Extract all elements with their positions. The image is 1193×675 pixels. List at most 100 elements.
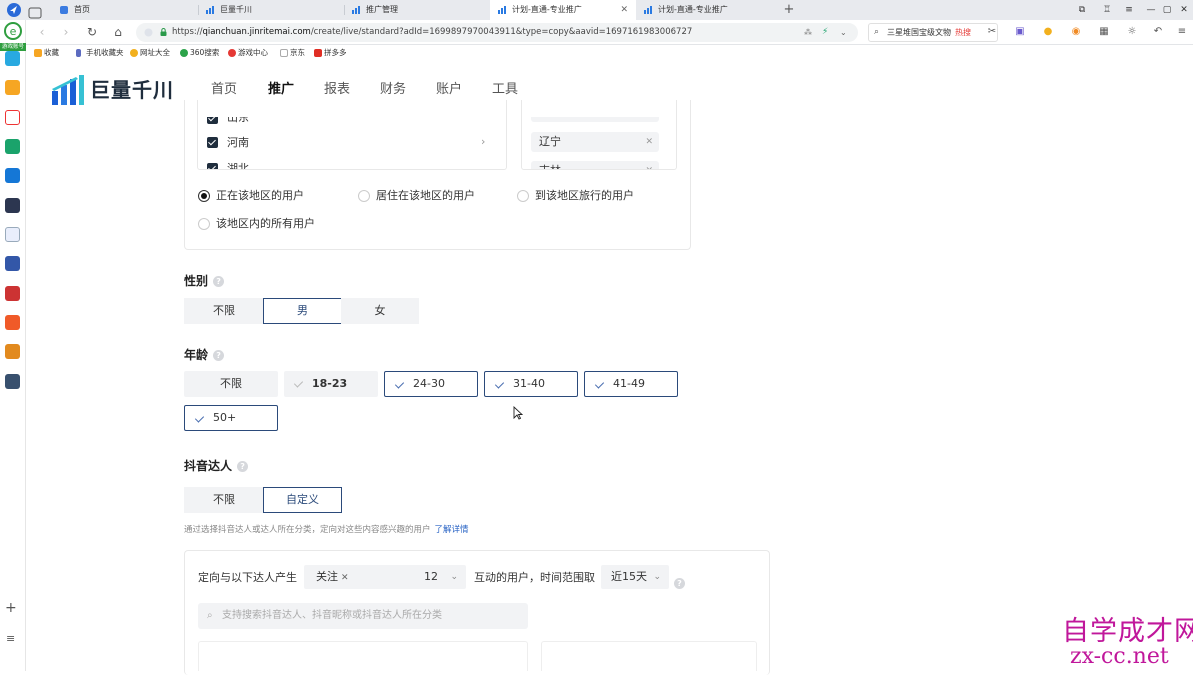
time-range-select[interactable]: 近15天 ⌄ (601, 565, 669, 589)
tab-promotion-management[interactable]: 推广管理 (344, 0, 490, 20)
game-account-icon[interactable]: e (4, 22, 22, 40)
sidebar-weibo-icon[interactable] (5, 110, 20, 125)
nav-reports[interactable]: 报表 (324, 81, 350, 99)
douyin-custom[interactable]: 自定义 (263, 487, 342, 513)
browser-logo-icon[interactable] (6, 2, 22, 18)
remove-icon[interactable]: ✕ (341, 573, 349, 583)
gender-female[interactable]: 女 (341, 298, 419, 324)
radio-current-in-region[interactable]: 正在该地区的用户 (198, 189, 304, 203)
menu-icon[interactable]: ≡ (1117, 0, 1141, 20)
brightness-icon[interactable]: ☼ (1122, 24, 1142, 40)
province-item[interactable]: 河南 › (198, 135, 498, 151)
shirt-skin-icon[interactable]: ♖ (1095, 0, 1119, 20)
new-tab-button[interactable]: + (780, 0, 798, 20)
sidebar-game2-icon[interactable] (5, 256, 20, 271)
selected-region-chip[interactable]: 山西 ✕ (531, 117, 659, 122)
sidebar-add-icon[interactable]: + (5, 600, 17, 616)
tab-home[interactable]: 首页 (52, 0, 198, 20)
forward-icon[interactable]: › (58, 24, 74, 40)
remove-icon[interactable]: ✕ (645, 161, 653, 169)
sidebar-app-icon[interactable] (5, 51, 20, 66)
gamepad-icon[interactable]: ◉ (1066, 24, 1086, 40)
nav-promotion[interactable]: 推广 (268, 81, 294, 99)
url-field[interactable]: https://qianchuan.jinritemai.com/create/… (136, 23, 858, 42)
bookmark-360search[interactable]: 360搜索 (180, 45, 219, 61)
sidebar-toggle-icon[interactable]: ⧉ (1070, 0, 1094, 20)
page-icon (144, 28, 153, 37)
directory-icon (130, 49, 138, 57)
age-31-40[interactable]: 31-40 (484, 371, 578, 397)
compat-mode-icon[interactable]: ⁂ (804, 23, 812, 42)
close-window-icon[interactable]: ✕ (1172, 0, 1193, 20)
interaction-type-select[interactable]: 关注 ✕ 12 ⌄ (304, 565, 466, 589)
gender-unlimited[interactable]: 不限 (184, 298, 264, 324)
age-unlimited[interactable]: 不限 (184, 371, 278, 397)
nav-finance[interactable]: 财务 (380, 81, 406, 99)
bookmark-directory[interactable]: 网址大全 (130, 45, 170, 61)
radio-all-in-region[interactable]: 该地区内的所有用户 (198, 217, 315, 231)
age-41-49[interactable]: 41-49 (584, 371, 678, 397)
sidebar-p-icon[interactable] (5, 168, 20, 183)
lock-icon[interactable] (160, 28, 167, 36)
bookmark-mobile[interactable]: 手机收藏夹 (76, 45, 124, 61)
radio-resident-in-region[interactable]: 居住在该地区的用户 (358, 189, 475, 203)
more-icon[interactable]: ≡ (1172, 24, 1192, 40)
sidebar-game3-icon[interactable] (5, 286, 20, 301)
learn-more-link[interactable]: 了解详情 (435, 525, 469, 535)
sidebar-game6-icon[interactable] (5, 374, 20, 389)
sidebar-star-icon[interactable] (5, 80, 20, 95)
tab-list-icon[interactable] (28, 4, 42, 19)
sidebar-game5-icon[interactable] (5, 344, 20, 359)
close-tab-icon[interactable]: ✕ (620, 0, 628, 20)
selected-region-chip[interactable]: 辽宁 ✕ (531, 132, 659, 152)
douyin-unlimited[interactable]: 不限 (184, 487, 264, 513)
tab-plan-active[interactable]: 计划-直通-专业推广 ✕ (490, 0, 636, 20)
help-icon[interactable]: ? (213, 350, 225, 361)
reload-icon[interactable]: ↻ (84, 24, 100, 40)
section-title-text: 抖音达人 (184, 459, 233, 473)
remove-icon[interactable]: ✕ (645, 132, 653, 152)
sidebar-mail-icon[interactable] (5, 139, 20, 154)
remove-icon[interactable]: ✕ (645, 117, 653, 122)
bookmark-favorites[interactable]: 收藏 (34, 45, 59, 61)
speed-mode-icon[interactable]: ⚡ (822, 23, 828, 42)
search-field[interactable]: ⌕ 三星堆国宝级文物 热搜 (868, 23, 998, 42)
age-50-plus[interactable]: 50+ (184, 405, 278, 431)
province-item[interactable]: 山东 (198, 117, 498, 129)
age-18-23[interactable]: 18-23 (284, 371, 378, 397)
help-icon[interactable]: ? (213, 276, 225, 287)
bookmark-pinduoduo[interactable]: 拼多多 (314, 45, 347, 61)
radio-travel-to-region[interactable]: 到该地区旅行的用户 (517, 189, 634, 203)
back-icon[interactable]: ‹ (34, 24, 50, 40)
help-icon[interactable]: ? (237, 461, 249, 472)
bookmark-jd[interactable]: 京东 (280, 45, 305, 61)
radio-label: 该地区内的所有用户 (216, 217, 315, 230)
nav-tools[interactable]: 工具 (492, 81, 518, 99)
tab-qianchuan[interactable]: 巨量千川 (198, 0, 344, 20)
bookmark-game-center[interactable]: 游戏中心 (228, 45, 268, 61)
bookmark-label: 京东 (290, 48, 305, 57)
nav-home[interactable]: 首页 (211, 81, 237, 99)
help-icon[interactable]: ? (674, 572, 685, 591)
qianchuan-logo-icon[interactable] (52, 75, 84, 105)
undo-icon[interactable]: ↶ (1148, 24, 1168, 40)
targeting-mid-label: 互动的用户，时间范围取 (474, 571, 595, 584)
bookmark-label: 360搜索 (190, 48, 220, 57)
sidebar-game4-icon[interactable] (5, 315, 20, 330)
translate-icon[interactable]: ▣ (1010, 24, 1030, 40)
sidebar-menu-icon[interactable]: ≡ (6, 632, 15, 645)
coin-icon[interactable]: ● (1038, 24, 1058, 40)
sidebar-game-icon[interactable] (5, 198, 20, 213)
apps-grid-icon[interactable]: ▦ (1094, 24, 1114, 40)
scissors-icon[interactable]: ✂ (982, 24, 1002, 40)
tab-plan[interactable]: 计划-直通-专业推广 (636, 0, 782, 20)
age-24-30[interactable]: 24-30 (384, 371, 478, 397)
nav-account[interactable]: 账户 (436, 81, 462, 99)
home-icon[interactable]: ⌂ (110, 24, 126, 40)
sidebar-doc-icon[interactable] (5, 227, 20, 242)
gender-male[interactable]: 男 (263, 298, 342, 324)
selected-region-chip[interactable]: 吉林 ✕ (531, 161, 659, 169)
url-dropdown-icon[interactable]: ⌄ (840, 23, 847, 42)
province-item[interactable]: 湖北 (198, 162, 498, 169)
influencer-search-input[interactable]: ⌕ 支持搜索抖音达人、抖音昵称或抖音达人所在分类 (198, 603, 528, 629)
